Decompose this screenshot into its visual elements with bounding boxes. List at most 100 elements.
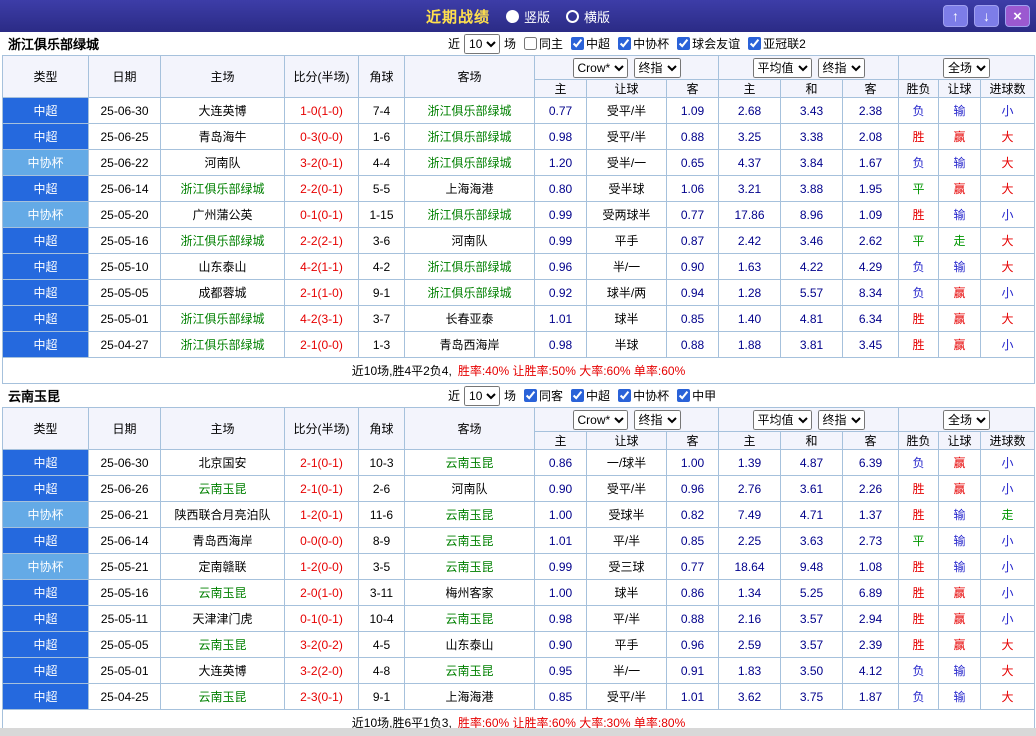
league-type-badge: 中超 xyxy=(2,305,89,332)
match-score: 1-2(0-1) xyxy=(284,501,359,528)
radio-vertical-layout[interactable]: 竖版 xyxy=(505,7,550,26)
radio-horizontal-layout[interactable]: 横版 xyxy=(566,7,610,26)
result-outcome: 负 xyxy=(898,97,940,124)
checkbox-input[interactable] xyxy=(677,389,691,402)
avg-odds-away: 2.94 xyxy=(841,605,900,632)
away-team: 云南玉昆 xyxy=(404,605,535,632)
filter-checkbox-中协杯[interactable]: 中协杯 xyxy=(618,35,669,52)
move-up-button[interactable]: ↑ xyxy=(943,5,968,27)
match-count-select[interactable]: 10 xyxy=(464,33,501,54)
avg-time-select[interactable]: 终指 xyxy=(817,57,865,78)
odds-home: 0.92 xyxy=(534,279,587,306)
home-team: 青岛海牛 xyxy=(160,123,285,150)
sub-col-header: 让球 xyxy=(586,431,667,450)
odds-header-cell: Crow* 终指 xyxy=(534,55,719,80)
sub-col-header: 主 xyxy=(534,79,587,98)
avg-select[interactable]: 平均值 xyxy=(752,409,812,430)
filter-checkbox-中甲[interactable]: 中甲 xyxy=(677,387,716,404)
horizontal-scrollbar[interactable] xyxy=(0,728,1036,736)
move-down-button[interactable]: ↓ xyxy=(974,5,999,27)
match-score: 0-1(0-1) xyxy=(284,605,359,632)
match-score: 3-2(0-2) xyxy=(284,631,359,658)
close-button[interactable]: × xyxy=(1005,5,1030,27)
odds-away: 0.77 xyxy=(666,201,719,228)
match-row: 中协杯 25-05-20 广州蒲公英 0-1(0-1) 1-15 浙江俱乐部绿城 0.99 受… xyxy=(2,201,1036,228)
filter-checkbox-中协杯[interactable]: 中协杯 xyxy=(618,387,669,404)
checkbox-input[interactable] xyxy=(571,389,585,402)
odds-home: 0.99 xyxy=(534,553,587,580)
corner-count: 8-9 xyxy=(358,527,405,554)
odds-company-select[interactable]: Crow* xyxy=(572,409,628,430)
avg-odds-draw: 3.38 xyxy=(780,123,843,150)
home-team: 陕西联合月亮泊队 xyxy=(160,501,285,528)
result-handicap: 赢 xyxy=(938,279,982,306)
odds-time-select[interactable]: 终指 xyxy=(633,409,681,430)
away-team: 上海海港 xyxy=(404,683,535,710)
result-goals: 小 xyxy=(980,331,1036,358)
result-outcome: 胜 xyxy=(898,501,940,528)
avg-odds-away: 1.09 xyxy=(841,201,900,228)
checkbox-input[interactable] xyxy=(524,37,538,50)
filter-checkbox-亚冠联2[interactable]: 亚冠联2 xyxy=(748,35,806,52)
checkbox-input[interactable] xyxy=(677,37,691,50)
match-row: 中协杯 25-06-21 陕西联合月亮泊队 1-2(0-1) 11-6 云南玉昆 1.00 受… xyxy=(2,501,1036,528)
result-outcome: 负 xyxy=(898,449,940,476)
match-date: 25-05-20 xyxy=(88,201,161,228)
filter-checkbox-同客[interactable]: 同客 xyxy=(524,387,563,404)
radio-dot-icon xyxy=(505,9,519,23)
col-header: 日期 xyxy=(88,407,161,450)
result-scope-select[interactable]: 全场 xyxy=(943,409,991,430)
result-goals: 小 xyxy=(980,201,1036,228)
filter-checkbox-中超[interactable]: 中超 xyxy=(571,35,610,52)
avg-odds-away: 2.38 xyxy=(841,97,900,124)
result-handicap: 输 xyxy=(938,553,982,580)
result-handicap: 赢 xyxy=(938,449,982,476)
match-row: 中超 25-06-14 浙江俱乐部绿城 2-2(0-1) 5-5 上海海港 0.80 受半球 1… xyxy=(2,175,1036,202)
result-scope-select[interactable]: 全场 xyxy=(943,57,991,78)
corner-count: 9-1 xyxy=(358,683,405,710)
checkbox-input[interactable] xyxy=(524,389,538,402)
result-handicap: 赢 xyxy=(938,475,982,502)
away-team: 浙江俱乐部绿城 xyxy=(404,97,535,124)
corner-count: 4-4 xyxy=(358,149,405,176)
corner-count: 1-15 xyxy=(358,201,405,228)
match-row: 中超 25-05-05 云南玉昆 3-2(0-2) 4-5 山东泰山 0.90 平手 0.96 2… xyxy=(2,631,1036,658)
avg-select[interactable]: 平均值 xyxy=(752,57,812,78)
avg-odds-home: 2.16 xyxy=(718,605,781,632)
sub-col-header: 主 xyxy=(718,431,781,450)
avg-odds-draw: 3.50 xyxy=(780,657,843,684)
odds-away: 0.88 xyxy=(666,605,719,632)
handicap-line: 受平/半 xyxy=(586,97,667,124)
away-team: 上海海港 xyxy=(404,175,535,202)
match-count-select[interactable]: 10 xyxy=(464,385,501,406)
result-outcome: 平 xyxy=(898,227,940,254)
filter-checkbox-球会友谊[interactable]: 球会友谊 xyxy=(677,35,740,52)
avg-odds-home: 3.25 xyxy=(718,123,781,150)
odds-company-select[interactable]: Crow* xyxy=(572,57,628,78)
result-goals: 走 xyxy=(980,501,1036,528)
avg-odds-away: 4.12 xyxy=(841,657,900,684)
result-outcome: 负 xyxy=(898,253,940,280)
summary-record-text: 近10场,胜4平2负4, xyxy=(351,364,452,378)
odds-away: 0.82 xyxy=(666,501,719,528)
odds-time-select[interactable]: 终指 xyxy=(633,57,681,78)
league-type-badge: 中超 xyxy=(2,253,89,280)
sub-col-header: 胜负 xyxy=(898,431,940,450)
checkbox-input[interactable] xyxy=(618,37,632,50)
checkbox-input[interactable] xyxy=(618,389,632,402)
title-bar: 近期战绩 竖版 横版 ↑ ↓ × xyxy=(0,0,1036,32)
odds-home: 0.98 xyxy=(534,605,587,632)
home-team: 云南玉昆 xyxy=(160,475,285,502)
col-header: 客场 xyxy=(404,407,535,450)
result-handicap: 赢 xyxy=(938,331,982,358)
checkbox-input[interactable] xyxy=(748,37,762,50)
col-header: 比分(半场) xyxy=(284,407,359,450)
col-header: 类型 xyxy=(2,407,89,450)
filter-checkbox-中超[interactable]: 中超 xyxy=(571,387,610,404)
odds-home: 1.20 xyxy=(534,149,587,176)
checkbox-input[interactable] xyxy=(571,37,585,50)
filter-checkbox-同主[interactable]: 同主 xyxy=(524,35,563,52)
odds-away: 0.96 xyxy=(666,475,719,502)
checkbox-label: 中甲 xyxy=(692,389,717,403)
avg-time-select[interactable]: 终指 xyxy=(817,409,865,430)
